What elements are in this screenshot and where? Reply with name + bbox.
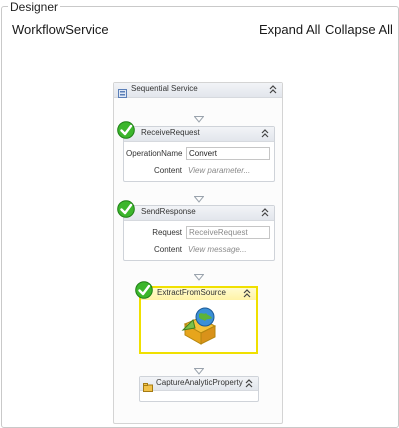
checkmark-icon [135,281,153,299]
collapse-chevron-icon[interactable] [260,128,270,139]
workflow-breadcrumb[interactable]: WorkflowService [12,22,109,37]
activity-label: ExtractFromSource [157,288,226,297]
checkmark-icon [117,200,135,218]
sequence-label: Sequential Service [131,84,198,93]
content-link[interactable]: View message... [188,245,247,254]
send-response-activity[interactable]: SendResponse Request ReceiveRequest Cont… [123,205,275,261]
activity-label: ReceiveRequest [141,128,200,137]
field-label: OperationName [126,149,183,158]
property-icon [143,379,153,392]
capture-analytic-property-activity[interactable]: CaptureAnalyticProperty [139,376,259,402]
operation-name-field[interactable]: Convert [186,147,270,160]
field-label: Content [153,245,182,254]
checkmark-icon [117,121,135,139]
down-arrow-icon [193,110,205,123]
down-arrow-icon [193,362,205,375]
panel-title: Designer [8,0,61,14]
field-label: Content [153,166,182,175]
collapse-chevron-icon[interactable] [242,288,252,299]
expand-all-button[interactable]: Expand All [259,22,320,37]
collapse-chevron-icon[interactable] [244,378,254,389]
collapse-chevron-icon[interactable] [260,207,270,218]
extract-from-source-activity[interactable]: ExtractFromSource [139,286,258,354]
down-arrow-icon [193,190,205,203]
field-label: Request [152,228,182,237]
content-link[interactable]: View parameter... [188,166,250,175]
activity-label: SendResponse [141,207,196,216]
collapse-chevron-icon[interactable] [268,84,278,95]
receive-request-activity[interactable]: ReceiveRequest OperationName Convert Con… [123,126,275,182]
activity-header[interactable]: CaptureAnalyticProperty [140,377,258,392]
activity-body [141,300,256,352]
activity-label: CaptureAnalyticProperty [156,378,243,387]
sequence-header[interactable]: Sequential Service [114,83,282,98]
activity-header[interactable]: SendResponse [124,206,274,221]
request-field[interactable]: ReceiveRequest [186,226,270,239]
globe-package-icon [179,306,219,346]
activity-header[interactable]: ReceiveRequest [124,127,274,142]
sequence-icon [118,85,127,98]
down-arrow-icon [193,268,205,281]
collapse-all-button[interactable]: Collapse All [325,22,393,37]
